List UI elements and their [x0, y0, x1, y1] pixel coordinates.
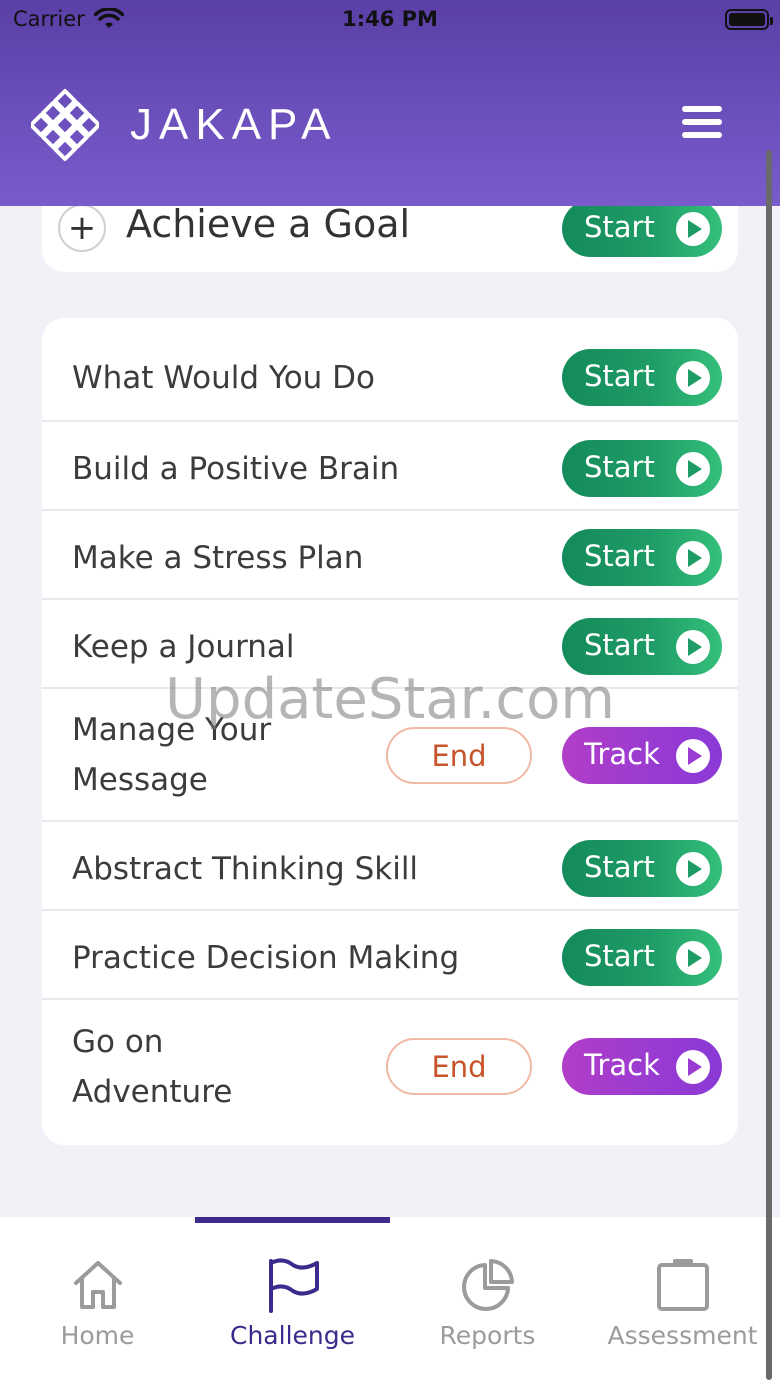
- tab-label: Reports: [439, 1321, 536, 1350]
- list-item: Go on Adventure End Track: [42, 998, 738, 1145]
- end-button[interactable]: End: [386, 727, 532, 784]
- start-button[interactable]: Start: [562, 929, 722, 986]
- list-item: Practice Decision Making Start: [42, 909, 738, 998]
- list-item: Manage Your Message End Track: [42, 687, 738, 820]
- hamburger-menu-icon[interactable]: [682, 106, 722, 142]
- tab-challenge[interactable]: Challenge: [195, 1257, 390, 1367]
- active-tab-indicator: [195, 1217, 390, 1223]
- activity-label: Abstract Thinking Skill: [72, 851, 419, 887]
- goal-start-button[interactable]: Start: [562, 200, 722, 257]
- track-button[interactable]: Track: [562, 1038, 722, 1095]
- list-item: Make a Stress Plan Start: [42, 509, 738, 598]
- play-icon: [676, 630, 710, 664]
- app-header: Carrier 1:46 PM JAKAPA: [0, 0, 780, 206]
- tab-label: Home: [60, 1321, 135, 1350]
- tab-label: Assessment: [607, 1321, 758, 1350]
- list-item: What Would You Do Start: [42, 318, 738, 420]
- tab-assessment[interactable]: Assessment: [585, 1257, 780, 1367]
- play-icon: [676, 852, 710, 886]
- plus-icon[interactable]: +: [58, 204, 106, 252]
- flag-icon: [268, 1258, 319, 1313]
- list-item: Abstract Thinking Skill Start: [42, 820, 738, 909]
- tab-bar: Home Challenge Reports Assessment: [0, 1217, 780, 1387]
- play-icon: [676, 541, 710, 575]
- app-title: JAKAPA: [130, 100, 338, 149]
- battery-icon: [725, 9, 773, 30]
- play-icon: [676, 1050, 710, 1084]
- activity-label: Practice Decision Making: [72, 940, 460, 976]
- activity-label: What Would You Do: [72, 360, 376, 396]
- pie-chart-icon: [461, 1259, 514, 1311]
- activity-label: Manage Your Message: [72, 712, 272, 798]
- list-item: Build a Positive Brain Start: [42, 420, 738, 509]
- play-icon: [676, 941, 710, 975]
- home-icon: [73, 1261, 122, 1309]
- activity-list: What Would You Do Start Build a Positive…: [42, 318, 738, 1145]
- activity-label: Go on Adventure: [72, 1024, 233, 1110]
- start-button[interactable]: Start: [562, 529, 722, 586]
- start-button[interactable]: Start: [562, 440, 722, 497]
- tab-reports[interactable]: Reports: [390, 1257, 585, 1367]
- scrollbar[interactable]: [766, 150, 772, 1380]
- end-button[interactable]: End: [386, 1038, 532, 1095]
- tab-label: Challenge: [230, 1321, 355, 1350]
- list-item: Keep a Journal Start: [42, 598, 738, 687]
- play-icon: [676, 361, 710, 395]
- status-time: 1:46 PM: [342, 7, 438, 31]
- activity-label: Keep a Journal: [72, 629, 295, 665]
- goal-label: Achieve a Goal: [126, 202, 411, 246]
- start-button[interactable]: Start: [562, 349, 722, 406]
- play-icon: [676, 212, 710, 246]
- start-button[interactable]: Start: [562, 840, 722, 897]
- tab-home[interactable]: Home: [0, 1257, 195, 1367]
- status-bar: Carrier 1:46 PM: [0, 0, 780, 40]
- start-button[interactable]: Start: [562, 618, 722, 675]
- track-button[interactable]: Track: [562, 727, 722, 784]
- clipboard-icon: [656, 1259, 709, 1311]
- play-icon: [676, 452, 710, 486]
- jakapa-logo-icon: [31, 89, 99, 161]
- play-icon: [676, 739, 710, 773]
- activity-label: Build a Positive Brain: [72, 451, 400, 487]
- activity-label: Make a Stress Plan: [72, 540, 364, 576]
